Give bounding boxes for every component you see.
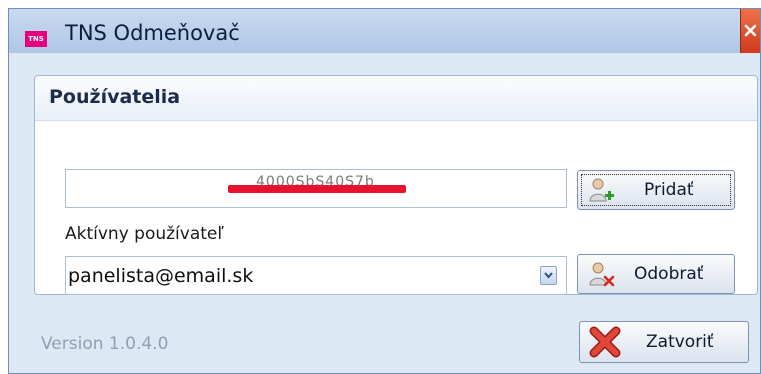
redaction-bar [228,185,406,193]
add-user-button[interactable]: Pridať [577,170,735,210]
chevron-down-icon [544,272,553,279]
active-user-select[interactable]: panelista@email.sk [65,256,567,295]
active-user-value: panelista@email.sk [68,265,254,287]
users-groupbox: Používatelia 4000SbS40S7b Pridať Aktívny… [34,75,758,295]
dropdown-button[interactable] [540,266,557,285]
remove-user-button[interactable]: Odobrať [577,254,735,294]
user-id-input[interactable]: 4000SbS40S7b [65,169,567,208]
active-user-label: Aktívny používateľ [65,224,224,244]
close-button-label: Zatvoriť [646,332,714,352]
window-content: Používatelia 4000SbS40S7b Pridať Aktívny… [9,53,760,373]
app-logo: TNS [25,31,47,47]
add-user-label: Pridať [644,180,694,200]
user-add-icon [586,175,616,210]
user-remove-icon [586,259,616,294]
title-bar[interactable]: TNS TNS Odmeňovač [9,9,760,53]
red-x-icon [588,326,622,363]
group-header: Používatelia [35,76,757,121]
app-window: TNS TNS Odmeňovač Používatelia 4000SbS40… [8,8,761,374]
version-text: Version 1.0.4.0 [41,334,169,354]
remove-user-label: Odobrať [634,264,704,284]
close-button[interactable]: Zatvoriť [579,321,749,363]
window-close-button[interactable] [740,9,760,53]
close-icon [744,24,757,37]
group-title: Používatelia [49,86,181,108]
window-title: TNS Odmeňovač [65,21,240,45]
